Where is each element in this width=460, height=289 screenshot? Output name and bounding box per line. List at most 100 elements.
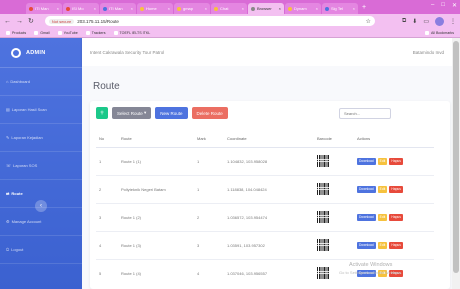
tab-close-icon[interactable]: ×: [316, 6, 318, 11]
download-button[interactable]: Download: [357, 213, 376, 221]
sidepanel-icon[interactable]: ▭: [423, 18, 429, 25]
browser-tab[interactable]: Dynam ×: [285, 3, 321, 14]
browser-tab[interactable]: gmap ×: [174, 3, 210, 14]
tab-label: ITI Man: [35, 6, 49, 11]
downloads-icon[interactable]: ⬇: [412, 18, 417, 25]
minimize-icon[interactable]: –: [431, 2, 434, 9]
activate-windows-title: Activate Windows: [349, 262, 393, 268]
tab-close-icon[interactable]: ×: [353, 6, 355, 11]
browser-tab[interactable]: Chat ×: [211, 3, 247, 14]
sidebar-item-laporan-hasil-scan[interactable]: ▤ Laporan Hasil Scan: [0, 96, 82, 124]
new-tab-button[interactable]: +: [362, 4, 366, 11]
close-icon[interactable]: ✕: [452, 2, 457, 9]
edit-button[interactable]: Edit: [377, 241, 388, 249]
qr-code-icon[interactable]: [317, 211, 329, 223]
bookmark-item[interactable]: Gmail: [34, 30, 50, 35]
browser-tab[interactable]: Sig Tel ×: [322, 3, 358, 14]
delete-button[interactable]: Hapus: [389, 213, 403, 221]
sidebar-brand[interactable]: ADMIN: [0, 38, 82, 68]
route-mark: 3: [194, 230, 224, 259]
route-coordinate: 1.118838, 104.048424: [224, 174, 314, 203]
bookmark-favicon-icon: [6, 30, 10, 35]
reload-icon[interactable]: ↻: [28, 18, 34, 25]
route-card: ⚲ Select Route ▾ New Route Delete Route …: [90, 101, 450, 289]
route-mark: 2: [194, 202, 224, 231]
tab-close-icon[interactable]: ×: [94, 6, 96, 11]
qr-code-icon[interactable]: [317, 267, 329, 280]
edit-button[interactable]: Edit: [377, 157, 388, 165]
tab-close-icon[interactable]: ×: [57, 6, 59, 11]
tab-close-icon[interactable]: ×: [168, 6, 170, 11]
bookmark-item[interactable]: Products: [6, 30, 27, 35]
route-name: Route 1 (2): [118, 202, 194, 231]
select-route-dropdown[interactable]: Select Route ▾: [112, 107, 152, 119]
folder-icon: [425, 30, 430, 35]
sidebar-toggle-button[interactable]: ‹: [35, 200, 47, 212]
edit-button[interactable]: Edit: [377, 213, 388, 221]
tab-close-icon[interactable]: ×: [279, 6, 281, 11]
browser-tab[interactable]: Browser ×: [248, 3, 284, 14]
route-name: Route 1 (4): [118, 258, 194, 287]
actions-cell: Download Edit Hapus: [354, 174, 434, 203]
page-scrollbar[interactable]: [452, 38, 460, 289]
browser-tab[interactable]: ITI Man ×: [100, 3, 136, 14]
browser-tab[interactable]: Home ×: [137, 3, 173, 14]
topbar: Intent Cakrawala Security Tour Patrol Ba…: [82, 38, 452, 66]
search-input[interactable]: [339, 108, 391, 119]
scrollbar-thumb[interactable]: [453, 41, 459, 273]
delete-button[interactable]: Hapus: [389, 185, 403, 193]
new-route-button[interactable]: New Route: [155, 107, 188, 119]
bookmark-item[interactable]: Trackers: [85, 30, 106, 35]
browser-tab[interactable]: ISI Mo ×: [63, 3, 99, 14]
maximize-icon[interactable]: □: [441, 2, 445, 9]
extensions-icon[interactable]: ⧉: [402, 18, 406, 25]
tab-close-icon[interactable]: ×: [131, 6, 133, 11]
tab-label: ITI Man: [109, 6, 123, 11]
user-name[interactable]: Batamindo Invd: [413, 50, 444, 55]
tab-label: Home: [146, 6, 157, 11]
bookmark-label: TOEFL IELTS ITKL: [119, 30, 151, 35]
bookmark-item[interactable]: TOEFL IELTS ITKL: [113, 30, 151, 35]
download-button[interactable]: Download: [357, 241, 376, 249]
tab-favicon-icon: [103, 6, 107, 11]
qr-code-icon[interactable]: [317, 155, 329, 167]
sidebar-item-label: Laporan Hasil Scan: [11, 107, 47, 112]
bookmark-item[interactable]: YouTube: [57, 30, 78, 35]
sidebar-item-laporan-kejadian[interactable]: ✎ Laporan Kejadian: [0, 124, 82, 152]
column-header: Mark: [194, 131, 224, 148]
all-bookmarks[interactable]: All Bookmarks: [425, 30, 454, 35]
delete-route-button[interactable]: Delete Route: [191, 107, 228, 119]
profile-avatar[interactable]: [435, 16, 444, 26]
bookmark-label: Products: [12, 30, 27, 35]
delete-button[interactable]: Hapus: [389, 241, 403, 249]
sidebar-item-logout[interactable]: ⏻ Logout: [0, 236, 82, 264]
download-button[interactable]: Download: [357, 185, 376, 193]
account-icon: ⚙: [6, 219, 10, 224]
menu-icon[interactable]: ⋮: [450, 18, 456, 25]
chevron-down-icon: ▾: [142, 110, 147, 115]
sidebar-item-label: Route: [11, 191, 23, 196]
sidebar-item-dashboard[interactable]: ⌂ Dashboard: [0, 68, 82, 96]
download-button[interactable]: Download: [357, 157, 376, 165]
row-actions: Download Edit Hapus: [357, 213, 434, 221]
sidebar-item-manage-account[interactable]: ⚙ Manage Account: [0, 208, 82, 236]
tab-close-icon[interactable]: ×: [242, 6, 244, 11]
row-number: 3: [96, 202, 118, 231]
url-input[interactable]: Not secure 203.175.11.15/Route ☆: [44, 16, 375, 26]
browser-tab[interactable]: ITI Man ×: [26, 3, 62, 14]
row-actions: Download Edit Hapus: [357, 157, 434, 165]
column-header: Coordinate: [224, 131, 314, 148]
qr-code-icon[interactable]: [317, 239, 329, 251]
security-badge[interactable]: Not secure: [48, 18, 75, 24]
bookmark-label: YouTube: [63, 30, 78, 35]
forward-icon[interactable]: →: [16, 18, 23, 25]
qr-code-icon[interactable]: [317, 183, 329, 195]
delete-button[interactable]: Hapus: [389, 157, 403, 165]
star-icon[interactable]: ☆: [365, 18, 370, 25]
map-pin-button[interactable]: ⚲: [96, 107, 108, 119]
back-icon[interactable]: ←: [4, 18, 11, 25]
tab-close-icon[interactable]: ×: [205, 6, 207, 11]
sidebar-item-laporan-sos[interactable]: ☏ Laporan SOS: [0, 152, 82, 180]
logout-icon: ⏻: [6, 247, 10, 252]
edit-button[interactable]: Edit: [377, 185, 388, 193]
